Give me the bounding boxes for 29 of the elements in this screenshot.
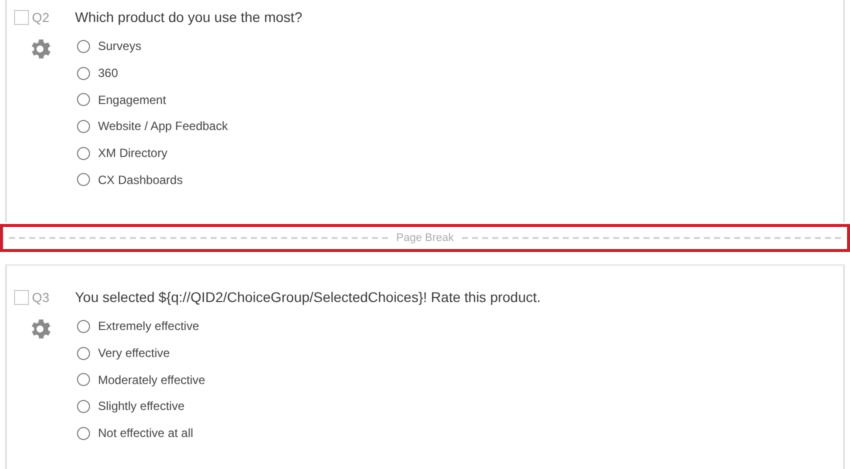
checkbox[interactable] [14, 290, 29, 304]
choice-label[interactable]: Engagement [98, 92, 166, 107]
choice-label[interactable]: Very effective [98, 346, 170, 360]
question-text: Which product do you use the most? [75, 8, 302, 26]
question-text: You selected ${q://QID2/ChoiceGroup/SelectedChoices}! Rate this product. [75, 288, 541, 306]
radio-button[interactable] [77, 320, 90, 333]
choice-label[interactable]: Slightly effective [98, 399, 184, 414]
radio-button[interactable] [77, 400, 90, 413]
radio-button[interactable] [77, 346, 90, 360]
choice-label[interactable]: Moderately effective [98, 372, 206, 387]
radio-button[interactable] [77, 146, 90, 160]
choice-label[interactable]: Surveys [98, 39, 142, 54]
radio-button[interactable] [77, 173, 90, 186]
radio-button[interactable] [77, 120, 90, 133]
question-number: Q3 [32, 290, 50, 304]
question-number: Q2 [32, 10, 50, 24]
choice-label[interactable]: Extremely effective [98, 319, 200, 334]
checkbox[interactable] [14, 10, 29, 24]
choice-label[interactable]: CX Dashboards [98, 172, 183, 187]
choice-label[interactable]: 360 [98, 66, 118, 80]
radio-button[interactable] [77, 93, 90, 106]
radio-button[interactable] [77, 373, 90, 386]
choice-label[interactable]: Not effective at all [98, 426, 194, 440]
choice-label[interactable]: XM Directory [98, 146, 168, 160]
choice-label[interactable]: Website / App Feedback [98, 119, 228, 134]
radio-button[interactable] [77, 66, 90, 80]
page-break-label: Page Break [396, 232, 454, 244]
radio-button[interactable] [77, 426, 90, 440]
radio-button[interactable] [77, 40, 90, 53]
